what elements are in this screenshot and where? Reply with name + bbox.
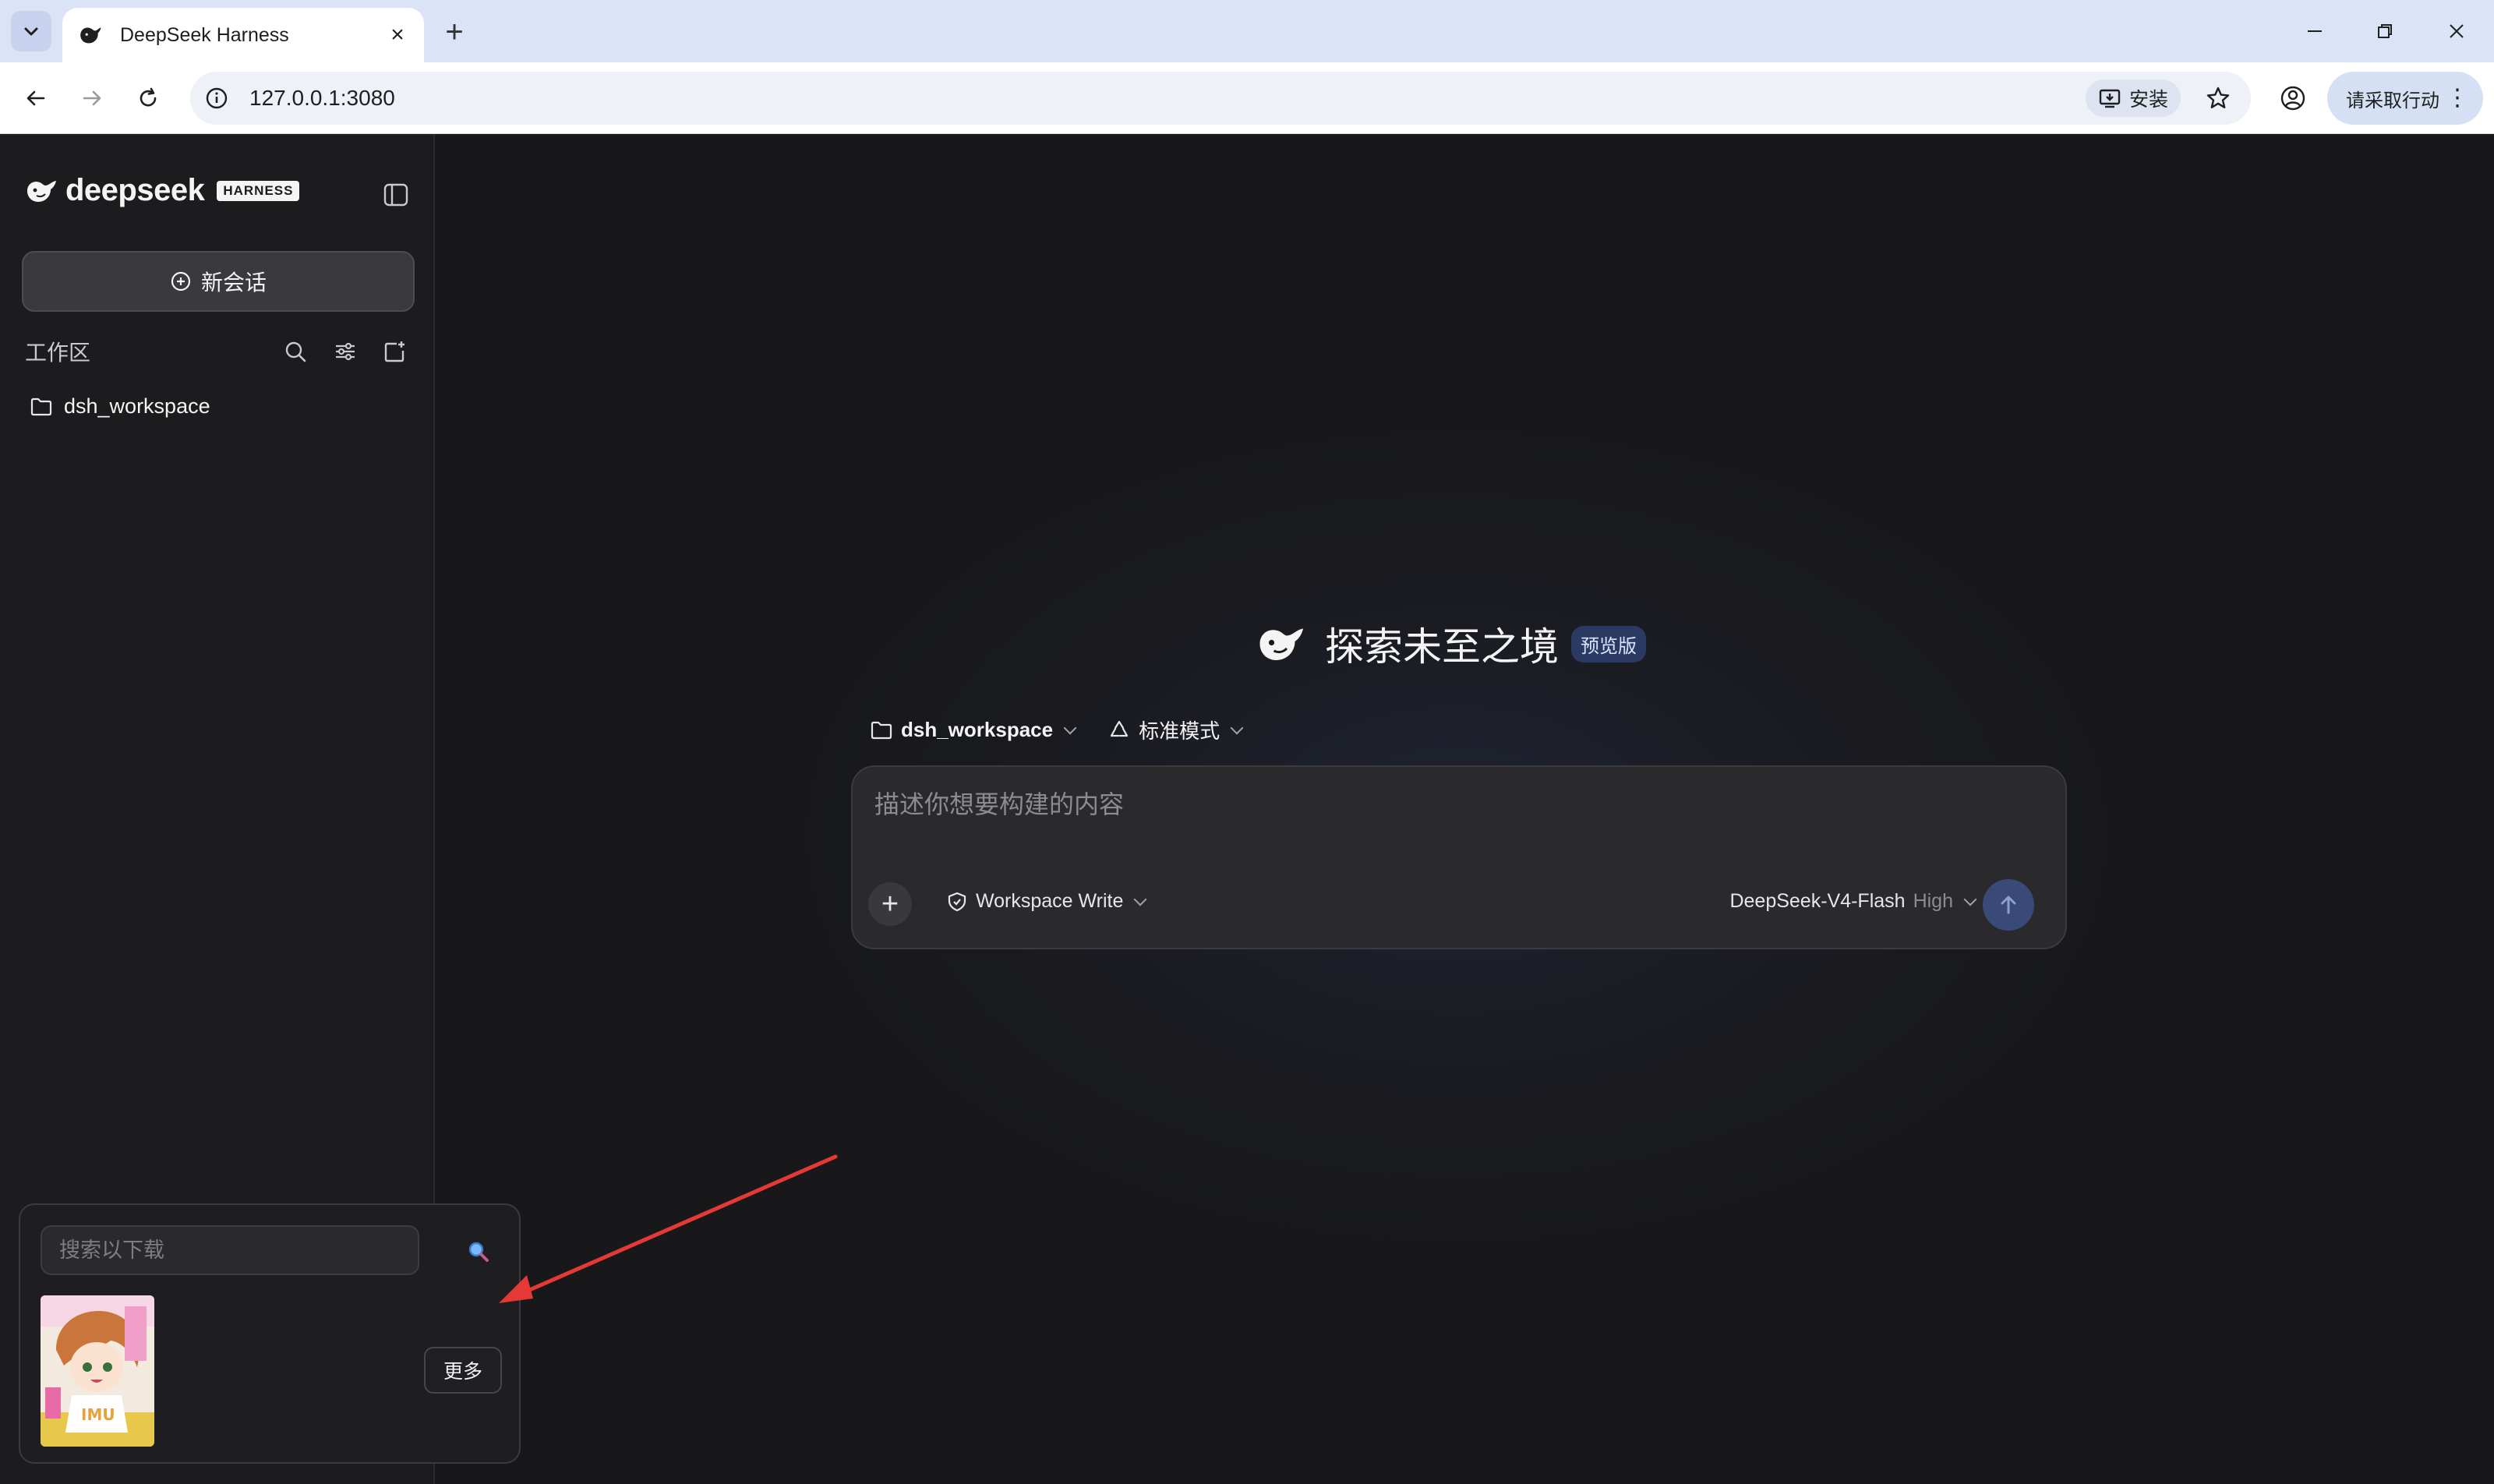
folder-icon (30, 398, 52, 415)
workspace-selector-label: dsh_workspace (901, 718, 1054, 741)
download-search-popup: IMU 更多 (19, 1203, 521, 1464)
take-action-label: 请采取行动 (2346, 90, 2439, 111)
prompt-input[interactable] (874, 790, 2044, 819)
workspace-selector[interactable]: dsh_workspace (870, 718, 1077, 742)
hero-title: 探索未至之境 (1325, 625, 1559, 669)
reload-icon[interactable] (128, 78, 168, 118)
close-window-icon[interactable] (2433, 12, 2480, 50)
tab-title: DeepSeek Harness (120, 23, 289, 46)
artwork-thumbnail-image[interactable]: IMU (41, 1295, 154, 1447)
magnifier-icon[interactable] (463, 1236, 494, 1267)
filter-settings-icon[interactable] (326, 332, 365, 371)
sidebar-toggle-icon[interactable] (379, 178, 413, 212)
browser-tabbar: DeepSeek Harness × + (0, 0, 2494, 62)
tab-search-button[interactable] (11, 11, 51, 51)
minimize-window-icon[interactable] (2291, 12, 2338, 50)
deepseek-whale-icon (1259, 628, 1303, 660)
add-folder-icon[interactable] (376, 332, 415, 371)
model-selector[interactable]: DeepSeek-V4-Flash High (1729, 890, 1977, 913)
folder-icon (871, 721, 892, 739)
install-icon (2099, 89, 2121, 108)
attach-plus-button[interactable]: + (868, 882, 912, 926)
mode-selector[interactable]: 标准模式 (1107, 716, 1244, 744)
install-label: 安装 (2128, 89, 2168, 111)
deepseek-whale-icon (76, 21, 104, 49)
bookmark-star-icon[interactable] (2199, 80, 2237, 117)
profile-icon[interactable] (2273, 78, 2313, 118)
take-action-button[interactable]: 请采取行动 ⋮ (2327, 72, 2483, 125)
workspace-name: dsh_workspace (64, 394, 210, 418)
site-info-icon[interactable] (201, 83, 232, 114)
forward-icon[interactable] (72, 78, 112, 118)
permission-selector[interactable]: Workspace Write (946, 890, 1147, 913)
more-button[interactable]: 更多 (424, 1347, 502, 1394)
workspace-title: 工作区 (25, 341, 91, 365)
restore-window-icon[interactable] (2362, 12, 2408, 50)
browser-tab-active[interactable]: DeepSeek Harness × (62, 8, 424, 62)
url-text[interactable]: 127.0.0.1:3080 (249, 86, 395, 111)
chevron-down-icon (24, 27, 38, 36)
browser-navbar: 127.0.0.1:3080 安装 请采取行动 ⋮ (0, 62, 2494, 134)
plus-circle-icon (171, 271, 191, 292)
svg-text:IMU: IMU (81, 1405, 115, 1424)
chevron-down-icon (1230, 721, 1244, 734)
model-level: High (1913, 890, 1953, 912)
hero-heading: 探索未至之境 预览版 (1255, 616, 1646, 672)
permission-label: Workspace Write (976, 890, 1124, 912)
model-name: DeepSeek-V4-Flash (1729, 890, 1906, 912)
main-panel: 探索未至之境 预览版 dsh_workspace 标准模式 + Workspac… (436, 134, 2494, 1484)
workspace-header: 工作区 (25, 332, 415, 371)
chevron-down-icon (1063, 721, 1077, 734)
download-search-input[interactable] (41, 1225, 419, 1275)
brand-word: deepseek (65, 173, 205, 207)
arrow-up-icon (2001, 896, 2016, 914)
brand-badge: HARNESS (217, 180, 300, 201)
address-bar[interactable]: 127.0.0.1:3080 安装 (190, 72, 2251, 125)
preview-badge: 预览版 (1571, 625, 1646, 662)
deepseek-whale-icon (27, 180, 56, 202)
tab-close-icon[interactable]: × (382, 19, 413, 51)
shield-icon (948, 892, 966, 911)
search-icon[interactable] (276, 332, 315, 371)
new-chat-label: 新会话 (200, 270, 267, 295)
install-app-button[interactable]: 安装 (2085, 80, 2181, 117)
prompt-composer: + Workspace Write DeepSeek-V4-Flash High (851, 765, 2067, 949)
brand-logo: deepseek HARNESS (25, 173, 300, 208)
back-icon[interactable] (16, 78, 56, 118)
sidebar-item-workspace[interactable]: dsh_workspace (30, 394, 210, 419)
chevron-down-icon (1133, 892, 1147, 906)
more-vert-icon[interactable]: ⋮ (2446, 87, 2469, 110)
mode-selector-label: 标准模式 (1139, 719, 1221, 743)
chevron-down-icon (1963, 892, 1977, 906)
mode-cycle-icon (1110, 720, 1129, 737)
context-selectors: dsh_workspace 标准模式 (870, 716, 1244, 744)
new-tab-button[interactable]: + (436, 14, 472, 50)
new-chat-button[interactable]: 新会话 (22, 251, 415, 312)
send-button[interactable] (1983, 879, 2034, 931)
